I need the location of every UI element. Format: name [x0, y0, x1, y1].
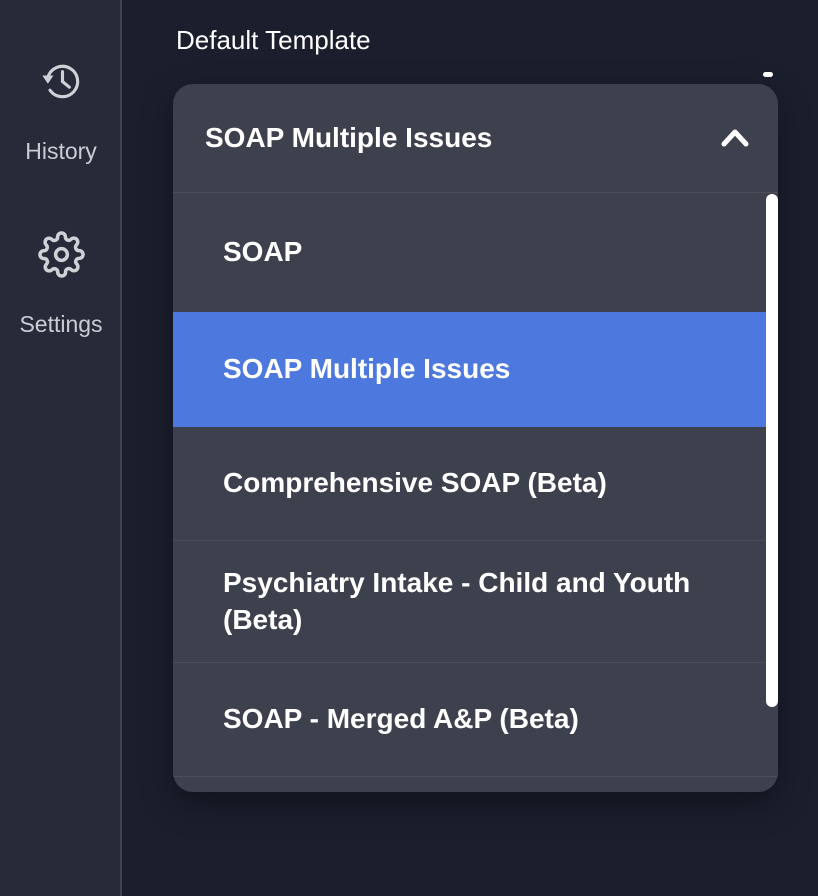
dropdown-header[interactable]: SOAP Multiple Issues — [173, 84, 778, 193]
sidebar-item-label: History — [25, 138, 97, 165]
dropdown-option[interactable]: Psychiatry Intake - Child and Youth (Bet… — [173, 540, 778, 662]
dropdown-option-partial[interactable] — [173, 776, 778, 792]
dropdown-option[interactable]: SOAP — [173, 193, 778, 312]
dropdown-option-label: Comprehensive SOAP (Beta) — [223, 465, 607, 501]
sidebar-item-settings[interactable]: Settings — [0, 231, 122, 338]
sidebar-item-label: Settings — [19, 311, 102, 338]
dropdown-options: SOAP SOAP Multiple Issues Comprehensive SO… — [173, 193, 778, 792]
chevron-up-icon — [718, 125, 752, 151]
sidebar-item-history[interactable]: History — [0, 58, 122, 165]
dropdown-option[interactable]: SOAP Multiple Issues — [173, 312, 778, 427]
dropdown-option-label: SOAP - Merged A&P (Beta) — [223, 701, 579, 737]
gear-icon — [38, 231, 85, 278]
default-template-label: Default Template — [176, 25, 371, 56]
template-dropdown: SOAP Multiple Issues SOAP SOAP Multiple I… — [173, 84, 778, 792]
app-window: History Settings Default Template SOAP M… — [0, 0, 818, 896]
dropdown-option-label: SOAP — [223, 234, 302, 270]
dropdown-option[interactable]: Comprehensive SOAP (Beta) — [173, 427, 778, 540]
dropdown-option-label: Psychiatry Intake - Child and Youth (Bet… — [223, 565, 703, 638]
dropdown-selected-label: SOAP Multiple Issues — [205, 122, 492, 154]
outer-scrollbar-thumb[interactable] — [763, 72, 773, 77]
sidebar: History Settings — [0, 0, 122, 896]
dropdown-option-label: SOAP Multiple Issues — [223, 351, 510, 387]
dropdown-option[interactable]: SOAP - Merged A&P (Beta) — [173, 662, 778, 776]
history-icon — [38, 58, 85, 105]
dropdown-scrollbar[interactable] — [766, 194, 778, 707]
